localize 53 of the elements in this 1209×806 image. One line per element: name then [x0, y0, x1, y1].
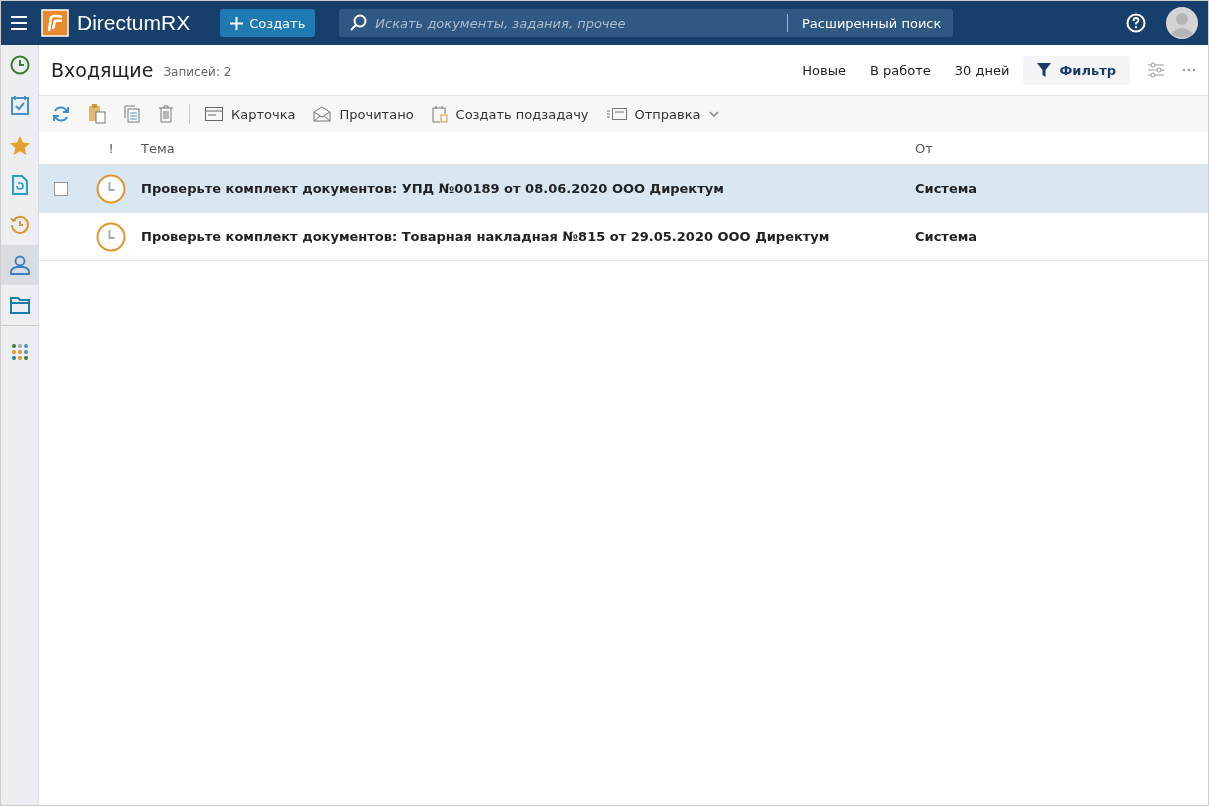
advanced-search-button[interactable]: Расширенный поиск	[794, 15, 954, 31]
help-icon[interactable]	[1126, 13, 1146, 33]
clipboard-icon	[88, 104, 106, 124]
sender-cell-text: Система	[915, 181, 979, 196]
list-card-icon	[606, 108, 627, 120]
create-button[interactable]: Создать	[220, 9, 316, 37]
card-icon	[205, 107, 223, 121]
table-row[interactable]: Проверьте комплект документов: Товарная накладная №815 от 29.05.2020 ООО Директум Система	[39, 213, 1208, 261]
subject-cell-text: Проверьте комплект документов: УПД №00189 от 08.06.2020 ООО Директум	[141, 181, 725, 196]
checklist-icon	[10, 95, 29, 115]
more-icon[interactable]	[1182, 68, 1196, 72]
table-row[interactable]: Проверьте комплект документов: УПД №00189 от 08.06.2020 ООО Директум Система	[39, 165, 1208, 213]
subtask-button[interactable]: Создать подзадачу	[422, 101, 598, 127]
search-icon	[349, 14, 368, 32]
calendar-icon	[431, 105, 448, 123]
quick-filter-button[interactable]: 30 дней	[944, 55, 1020, 85]
funnel-icon	[1037, 63, 1052, 77]
subject-cell-text: Проверьте комплект документов: Товарная накладная №815 от 29.05.2020 ООО Директум	[141, 229, 831, 244]
envelope-icon	[313, 106, 332, 122]
settings-sliders-icon[interactable]	[1148, 62, 1164, 78]
clock-icon	[96, 221, 126, 252]
search-field[interactable]: Искать документы, задания, прочее Расширенный поиск	[339, 9, 954, 37]
folder-icon	[9, 296, 30, 314]
copy-icon	[124, 105, 140, 123]
column-header[interactable]: От	[915, 140, 1208, 156]
avatar-icon[interactable]	[1166, 7, 1198, 39]
refresh-icon	[52, 105, 70, 123]
sender-cell-text: Система	[915, 229, 979, 244]
logo-text: DirectumRX	[77, 11, 191, 35]
document-icon	[11, 175, 28, 195]
clock-icon	[9, 55, 30, 75]
record-count: Записей: 2	[163, 65, 232, 79]
column-header[interactable]: !	[81, 140, 141, 156]
chevron-down-icon	[708, 111, 719, 117]
trash-icon	[158, 105, 174, 123]
filter-button[interactable]: Фильтр	[1023, 55, 1130, 85]
quick-filter-button[interactable]: В работе	[860, 55, 941, 85]
person-icon	[9, 255, 30, 275]
plus-icon	[230, 16, 244, 30]
star-icon	[9, 135, 30, 155]
history-icon	[9, 215, 30, 235]
menu-icon[interactable]	[11, 16, 27, 30]
read-button[interactable]: Прочитано	[304, 102, 423, 126]
column-header[interactable]: Тема	[141, 140, 915, 156]
page-title: Входящие	[51, 59, 154, 81]
apps-grid-icon	[10, 343, 29, 361]
row-checkbox[interactable]	[54, 181, 68, 196]
send-button[interactable]: Отправка	[597, 102, 728, 126]
quick-filter-button[interactable]: Новые	[792, 55, 856, 85]
clock-icon	[96, 173, 126, 204]
card-button[interactable]: Карточка	[196, 102, 305, 126]
sidebar-item[interactable]	[1, 245, 38, 285]
logo-icon	[41, 9, 69, 37]
